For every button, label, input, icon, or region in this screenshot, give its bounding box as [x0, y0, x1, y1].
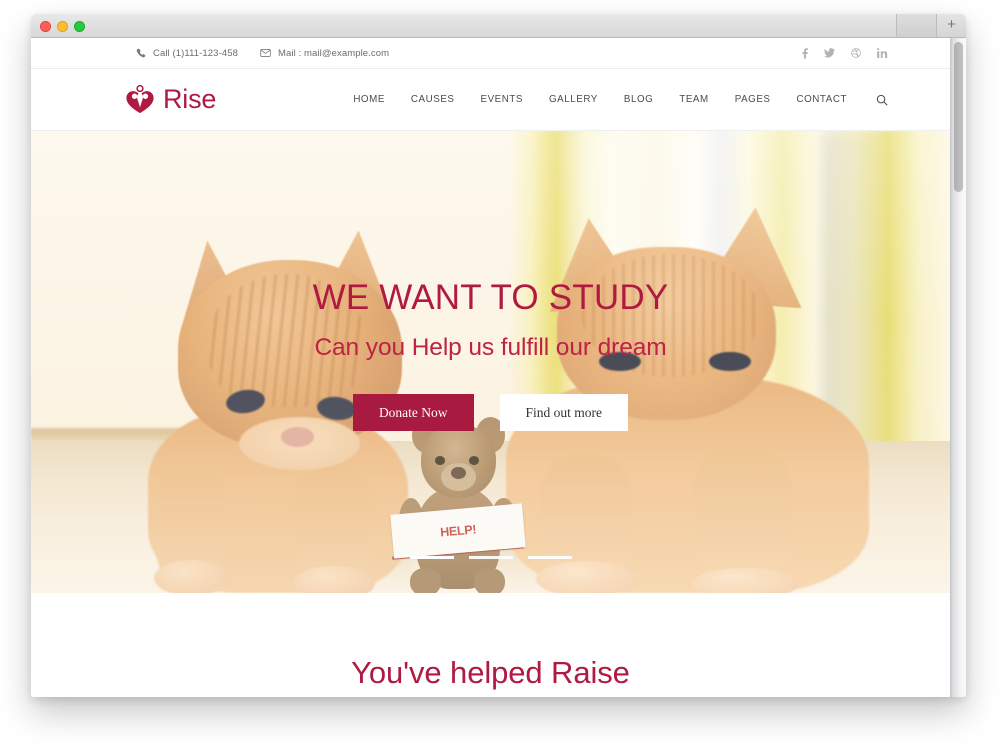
brand-name-text: Rise [163, 84, 217, 114]
slider-pagination [31, 556, 950, 559]
find-out-more-button[interactable]: Find out more [499, 393, 629, 431]
phone-number-text: Call (1)111-123-458 [153, 47, 238, 59]
hero-headline: WE WANT TO STUDY [312, 278, 669, 317]
help-sign-text: HELP! [439, 522, 477, 540]
hero-cta-group: Donate Now Find out more [31, 393, 950, 431]
teddy-leg-right [473, 568, 505, 593]
nav-item-causes[interactable]: CAUSES [398, 94, 468, 105]
window-controls [40, 21, 85, 32]
nav-item-events[interactable]: EVENTS [468, 94, 537, 105]
hero-content: WE WANT TO STUDY Can you Help us fulfill… [31, 278, 950, 431]
nav-item-team[interactable]: TEAM [666, 94, 721, 105]
slider-dot-2[interactable] [468, 556, 513, 559]
nav-item-home[interactable]: HOME [340, 94, 398, 105]
site-header: Rise HOME CAUSES EVENTS GALLERY BLOG TEA… [31, 69, 950, 131]
cat2-paw-right [691, 567, 798, 593]
new-tab-button[interactable]: + [936, 14, 966, 37]
browser-window: + Call (1)111-123-458 Mail: mail@exampl… [31, 14, 966, 697]
tab-placeholder[interactable] [896, 14, 936, 37]
twitter-icon[interactable] [824, 48, 835, 58]
close-window-button[interactable] [40, 21, 51, 32]
teddy-leg-left [409, 568, 441, 593]
minimize-window-button[interactable] [57, 21, 68, 32]
scrollbar-thumb[interactable] [954, 42, 963, 192]
utility-topbar: Call (1)111-123-458 Mail : mail@example.… [31, 38, 950, 69]
hero-slider: HELP! WE WANT TO STUDY Can you Help us f… [31, 131, 950, 593]
contact-info-group: Call (1)111-123-458 Mail : mail@example.… [136, 48, 389, 59]
page-scrollbar[interactable] [950, 38, 966, 697]
phone-icon [136, 48, 146, 58]
email-contact[interactable]: Mail : mail@example.com [260, 48, 389, 59]
heart-logo-icon [123, 83, 157, 117]
main-navigation: HOME CAUSES EVENTS GALLERY BLOG TEAM PAG… [340, 94, 888, 106]
dribbble-icon[interactable] [851, 48, 861, 58]
email-address-text: Mail : mail@example.com [277, 47, 390, 59]
raised-amount-section: You've helped Raise [31, 593, 950, 697]
linkedin-icon[interactable] [877, 48, 888, 58]
cat2-paw-left [535, 560, 637, 593]
slider-dot-3[interactable] [527, 556, 572, 559]
teddy-nose [450, 466, 467, 479]
teddy-eye-left [435, 456, 446, 465]
facebook-icon[interactable] [802, 47, 808, 59]
maximize-window-button[interactable] [74, 21, 85, 32]
nav-item-contact[interactable]: CONTACT [784, 94, 860, 105]
nav-item-gallery[interactable]: GALLERY [536, 94, 611, 105]
page-viewport: Call (1)111-123-458 Mail : mail@example.… [31, 38, 966, 697]
envelope-icon [260, 48, 271, 58]
tab-strip: + [896, 14, 966, 37]
teddy-bear: HELP! [390, 417, 527, 593]
slider-dot-1[interactable] [409, 556, 454, 559]
browser-titlebar: + [31, 14, 966, 38]
social-links-group [802, 47, 888, 59]
teddy-eye-right [469, 456, 480, 465]
cat-paw-left [153, 559, 230, 593]
phone-contact[interactable]: Call (1)111-123-458 [136, 48, 238, 59]
search-icon[interactable] [860, 94, 888, 106]
donate-now-button[interactable]: Donate Now [352, 393, 474, 431]
cat-paw-right [293, 566, 375, 593]
nav-item-pages[interactable]: PAGES [722, 94, 784, 105]
section-heading: You've helped Raise [351, 655, 630, 690]
hero-subheadline: Can you Help us fulfill our dream [314, 333, 667, 361]
site-logo[interactable]: Rise [123, 83, 216, 117]
nav-item-blog[interactable]: BLOG [611, 94, 666, 105]
website-page: Call (1)111-123-458 Mail : mail@example.… [31, 38, 950, 697]
